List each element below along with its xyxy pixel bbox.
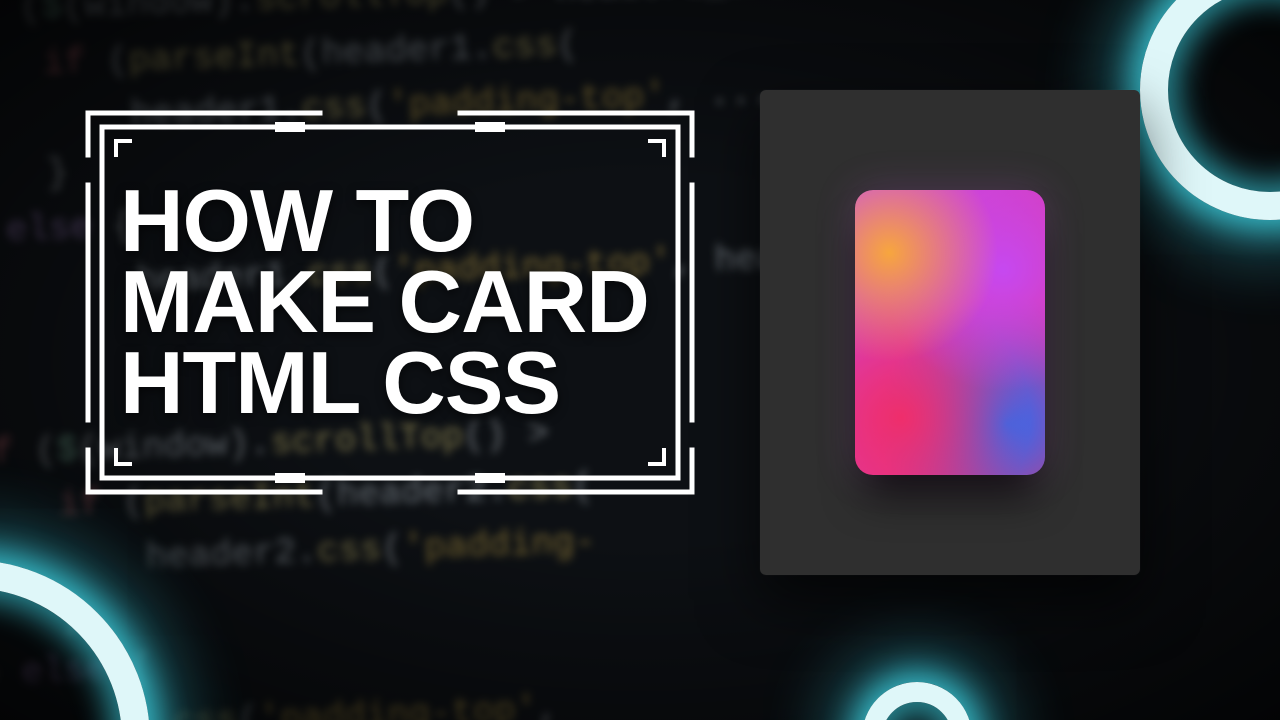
- card-preview-panel: [760, 90, 1140, 575]
- headline-text: HOW TOMAKE CARDHTML CSS: [120, 181, 649, 424]
- thumbnail-stage: if ($(window).scrollTop() > header1_init…: [0, 0, 1280, 720]
- gradient-card: [855, 190, 1045, 475]
- headline: HOW TOMAKE CARDHTML CSS: [80, 105, 700, 500]
- title-frame: HOW TOMAKE CARDHTML CSS: [80, 105, 700, 500]
